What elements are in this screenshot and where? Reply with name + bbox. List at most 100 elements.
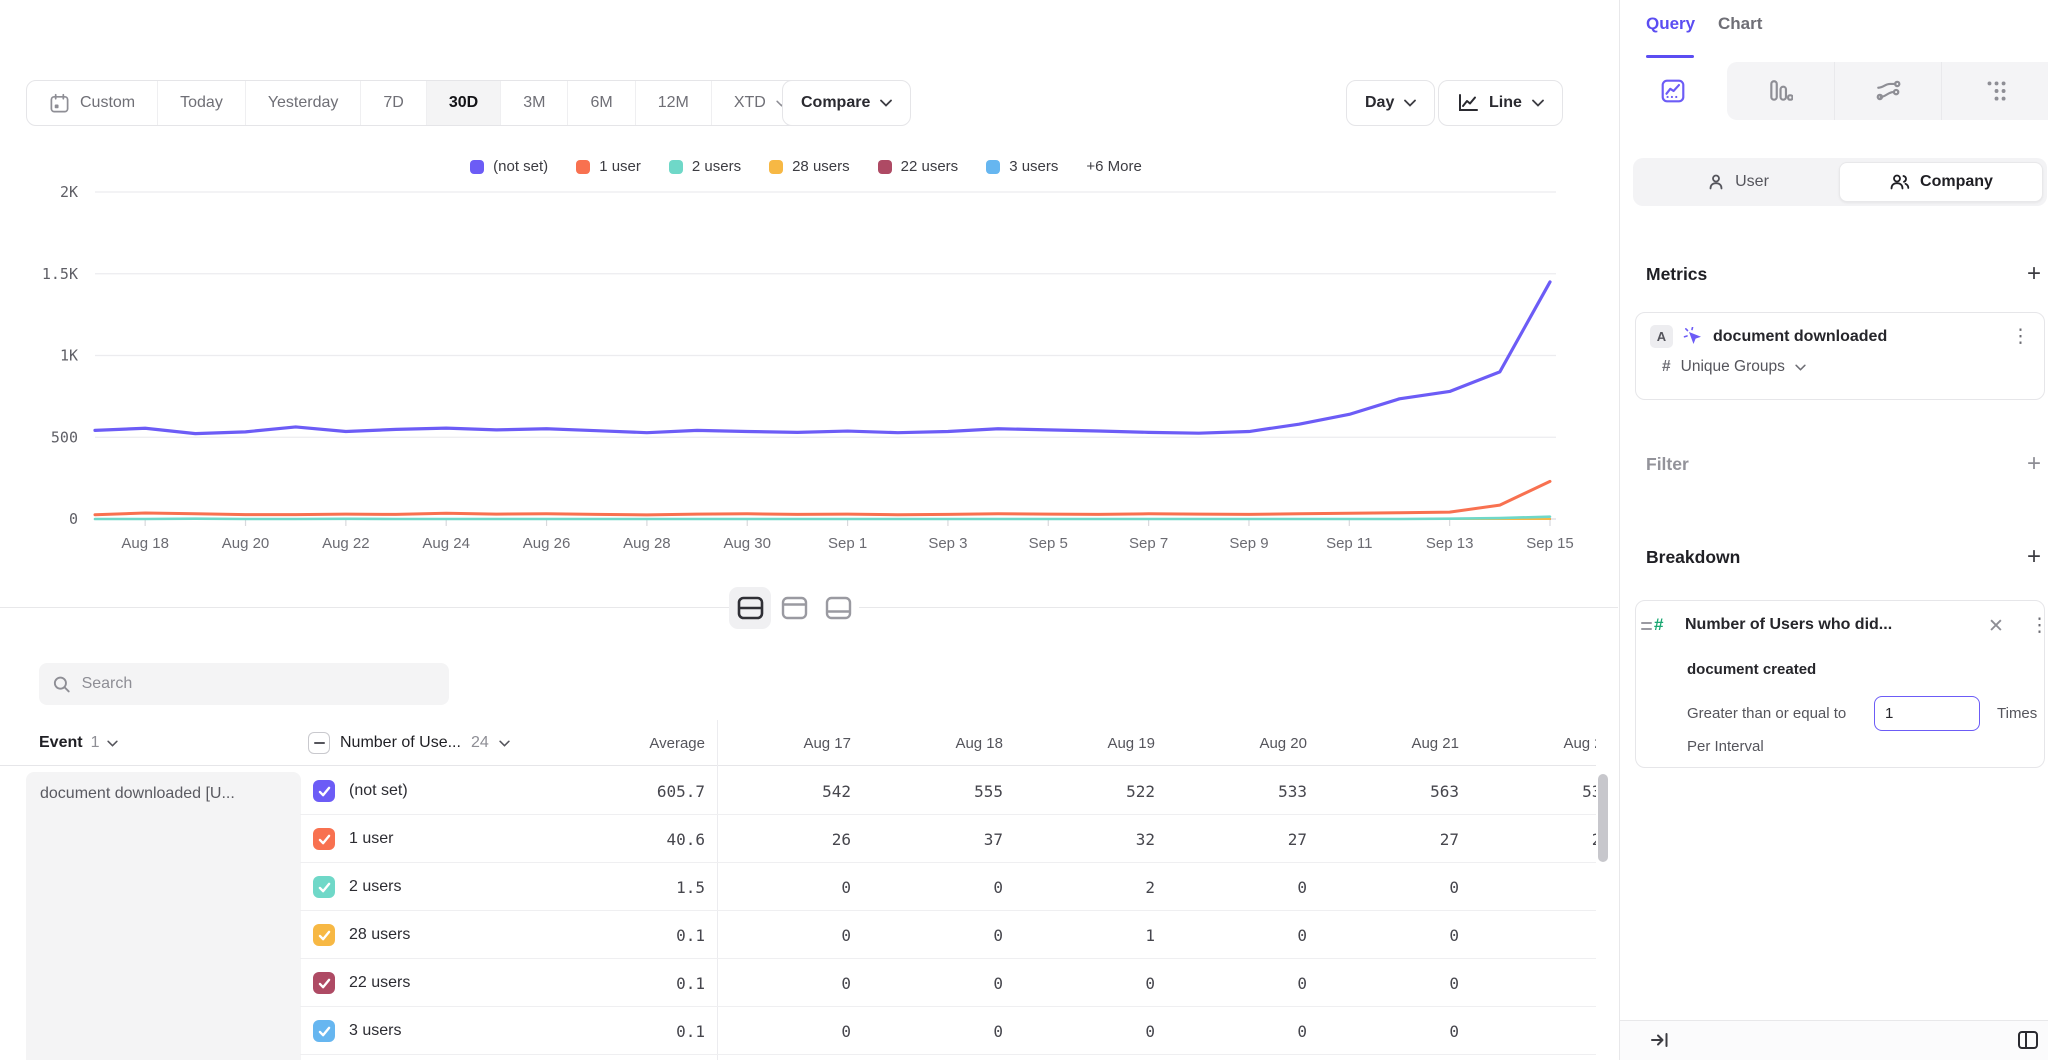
svg-text:500: 500 — [51, 428, 78, 446]
add-filter-button[interactable]: + — [2027, 452, 2041, 476]
range-3m[interactable]: 3M — [501, 81, 568, 125]
flow-icon — [1875, 78, 1901, 104]
range-7d[interactable]: 7D — [361, 81, 426, 125]
chevron-down-icon — [499, 740, 510, 747]
range-6m[interactable]: 6M — [568, 81, 635, 125]
chart-type-bar-tab[interactable] — [1727, 62, 1834, 120]
series-checkbox[interactable] — [313, 924, 335, 946]
series-label: (not set) — [349, 767, 408, 815]
layout-table-only-button[interactable] — [817, 587, 859, 629]
range-today[interactable]: Today — [158, 81, 246, 125]
chart-type-flow-tab[interactable] — [1834, 62, 1942, 120]
range-12m[interactable]: 12M — [636, 81, 712, 125]
select-all-checkbox[interactable] — [308, 732, 330, 754]
range-30d[interactable]: 30D — [427, 81, 501, 125]
svg-text:2K: 2K — [60, 183, 78, 201]
series-value: 0 — [1167, 1007, 1319, 1055]
metric-card[interactable]: A document downloaded ⋮ # Unique Groups — [1635, 312, 2045, 400]
date-column-header-aug-21: Aug 21 — [1319, 720, 1471, 766]
add-metric-button[interactable]: + — [2027, 262, 2041, 286]
chart-type-line-tab[interactable] — [1620, 62, 1727, 120]
interval-label: Day — [1365, 94, 1394, 112]
series-value: 0 — [1471, 911, 1596, 959]
series-checkbox[interactable] — [313, 972, 335, 994]
chart-type-label: Line — [1489, 94, 1522, 112]
breakdown-card-title[interactable]: Number of Users who did... — [1685, 616, 1892, 634]
table-scrollbar-thumb[interactable] — [1598, 774, 1608, 862]
series-row-2-users[interactable]: 2 users1.5002001 — [0, 863, 1596, 911]
search-input[interactable] — [82, 675, 435, 693]
series-checkbox[interactable] — [313, 780, 335, 802]
metric-aggregation[interactable]: # Unique Groups — [1662, 358, 2044, 376]
svg-text:Sep 7: Sep 7 — [1129, 535, 1168, 552]
series-value: 0 — [1471, 959, 1596, 1007]
series-row--not-set-[interactable]: (not set)605.7542555522533563532 — [0, 767, 1596, 815]
metric-kebab-menu[interactable]: ⋮ — [2011, 327, 2030, 346]
series-value: 0 — [1319, 863, 1471, 911]
collapse-panel-icon[interactable] — [1650, 1030, 1670, 1055]
analytics-app: CustomTodayYesterday7D30D3M6M12MXTD Comp… — [0, 0, 2048, 1060]
series-row-28-users[interactable]: 28 users0.1001000 — [0, 911, 1596, 959]
svg-text:Sep 11: Sep 11 — [1326, 535, 1372, 552]
series-row-3-users[interactable]: 3 users0.1000000 — [0, 1007, 1596, 1055]
side-panel-toggle-icon[interactable] — [2016, 1028, 2040, 1057]
check-icon — [318, 834, 331, 845]
breakdown-kebab-menu[interactable]: ⋮ — [2030, 616, 2048, 635]
series-checkbox[interactable] — [313, 1020, 335, 1042]
event-column-header[interactable]: Event 1 — [39, 720, 118, 766]
tab-query[interactable]: Query — [1646, 14, 1695, 34]
svg-text:Aug 30: Aug 30 — [723, 535, 771, 552]
event-spark-cursor-icon — [1683, 327, 1703, 347]
breakdown-condition-label[interactable]: Greater than or equal to — [1687, 705, 1846, 722]
aggregation-label: Unique Groups — [1681, 358, 1785, 376]
entity-user-option[interactable]: User — [1637, 162, 1839, 202]
entity-company-option[interactable]: Company — [1839, 162, 2043, 202]
metric-event-name[interactable]: document downloaded — [1713, 328, 2001, 346]
series-value: 27 — [1319, 815, 1471, 863]
series-value: 542 — [711, 767, 863, 815]
chart-type-dropdown[interactable]: Line — [1438, 80, 1563, 126]
tab-chart[interactable]: Chart — [1718, 14, 1762, 34]
check-icon — [318, 786, 331, 797]
series-row-22-users[interactable]: 22 users0.1000000 — [0, 959, 1596, 1007]
series-average: 40.6 — [540, 815, 705, 863]
breakdown-value-input[interactable] — [1874, 696, 1980, 731]
series-row-1-user[interactable]: 1 user40.6263732272728 — [0, 815, 1596, 863]
series-value: 555 — [863, 767, 1015, 815]
breakdown-interval-label[interactable]: Per Interval — [1687, 738, 1764, 755]
svg-text:Sep 9: Sep 9 — [1229, 535, 1268, 552]
series-checkbox[interactable] — [313, 828, 335, 850]
user-label: User — [1735, 173, 1769, 191]
company-label: Company — [1920, 173, 1993, 191]
series-column-header[interactable]: Number of Use... 24 — [308, 720, 510, 766]
filter-section-header: Filter + — [1646, 452, 2041, 476]
add-breakdown-button[interactable]: + — [2027, 545, 2041, 569]
breakdown-times-label: Times — [1997, 705, 2037, 722]
svg-text:Aug 28: Aug 28 — [623, 535, 671, 552]
search-icon — [53, 675, 71, 694]
series-value: 522 — [1015, 767, 1167, 815]
range-custom[interactable]: Custom — [27, 81, 158, 125]
svg-text:0: 0 — [69, 510, 78, 528]
compare-button[interactable]: Compare — [782, 80, 911, 126]
series-value: 1 — [1015, 911, 1167, 959]
split-view-icon — [737, 596, 764, 620]
user-icon — [1707, 173, 1725, 191]
layout-chart-only-button[interactable] — [773, 587, 815, 629]
interval-dropdown[interactable]: Day — [1346, 80, 1435, 126]
series-value: 37 — [863, 815, 1015, 863]
svg-text:Sep 15: Sep 15 — [1526, 535, 1574, 552]
range-yesterday[interactable]: Yesterday — [246, 81, 362, 125]
date-column-header-aug-22: Aug 22 — [1471, 720, 1596, 766]
close-icon[interactable]: ✕ — [1988, 615, 2004, 638]
number-property-icon: # — [1654, 615, 1663, 635]
chart-type-dots-tab[interactable] — [1941, 62, 2048, 120]
series-value: 532 — [1471, 767, 1596, 815]
series-checkbox[interactable] — [313, 876, 335, 898]
breakdown-event-name[interactable]: document created — [1687, 661, 1816, 678]
series-value: 0 — [863, 959, 1015, 1007]
layout-split-view-button[interactable] — [729, 587, 771, 629]
series-value: 0 — [711, 863, 863, 911]
line-chart-framed-icon — [1660, 78, 1686, 104]
drag-handle-icon[interactable] — [1641, 622, 1652, 634]
